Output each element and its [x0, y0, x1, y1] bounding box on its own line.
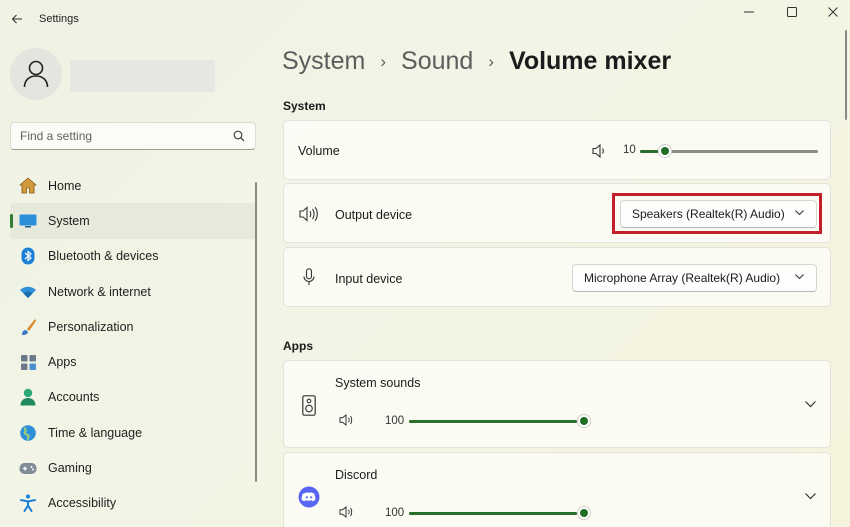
discord-icon	[297, 485, 321, 509]
sidebar-item-time-language[interactable]: Time & language	[10, 415, 256, 450]
slider-fill	[640, 150, 658, 153]
page-title: Volume mixer	[509, 47, 672, 75]
speaker-device-icon	[300, 394, 318, 416]
selection-indicator	[10, 214, 13, 229]
sidebar-item-label: Bluetooth & devices	[48, 249, 159, 264]
sidebar-item-label: Time & language	[48, 425, 143, 440]
input-device-label: Input device	[335, 272, 403, 286]
microphone-icon	[301, 267, 317, 287]
section-title-apps: Apps	[283, 339, 313, 353]
chevron-right-icon: ›	[488, 51, 494, 71]
speaker-volume-icon	[298, 204, 320, 224]
sidebar-item-accessibility[interactable]: Accessibility	[10, 486, 256, 521]
breadcrumb-system[interactable]: System	[282, 47, 365, 76]
chevron-right-icon: ›	[380, 51, 387, 71]
app-volume-value: 100	[385, 507, 405, 519]
search-icon[interactable]	[233, 130, 245, 142]
sidebar-item-label: Network & internet	[48, 284, 151, 299]
username-placeholder	[70, 60, 215, 92]
close-button[interactable]	[818, 4, 848, 20]
avatar[interactable]	[10, 48, 62, 100]
sidebar-item-label: Personalization	[48, 319, 134, 334]
volume-label: Volume	[298, 144, 340, 158]
sidebar-item-label: Gaming	[48, 461, 92, 476]
user-icon	[23, 60, 49, 88]
monitor-icon	[18, 211, 38, 231]
sidebar-item-apps[interactable]: Apps	[10, 344, 256, 379]
sidebar-item-label: Accessibility	[48, 496, 117, 511]
input-device-selected: Microphone Array (Realtek(R) Audio)	[584, 271, 781, 285]
back-button[interactable]	[6, 8, 28, 30]
slider-thumb[interactable]	[577, 506, 591, 520]
chevron-down-icon[interactable]	[805, 493, 816, 500]
volume-card: Volume 10	[283, 120, 831, 180]
sidebar-item-gaming[interactable]: Gaming	[10, 450, 256, 485]
close-icon	[828, 7, 838, 17]
accessibility-icon	[18, 493, 38, 513]
globe-icon	[18, 423, 38, 443]
search-input[interactable]	[20, 129, 230, 143]
volume-value: 10	[623, 144, 636, 156]
app-speaker-icon[interactable]	[338, 413, 354, 427]
gamepad-icon	[18, 458, 38, 478]
chevron-down-icon	[795, 274, 804, 280]
maximize-button[interactable]	[777, 4, 807, 20]
main-scrollbar[interactable]	[845, 30, 847, 120]
app-volume-slider[interactable]	[409, 505, 591, 521]
breadcrumb-sound[interactable]: Sound	[401, 47, 473, 76]
home-icon	[18, 176, 38, 196]
app-volume-slider[interactable]	[409, 413, 591, 429]
bluetooth-icon	[18, 246, 38, 266]
app-volume-value: 100	[385, 415, 405, 427]
section-title-system: System	[283, 99, 326, 113]
minimize-button[interactable]	[734, 4, 764, 20]
apps-icon	[18, 352, 38, 372]
sidebar-item-bluetooth[interactable]: Bluetooth & devices	[10, 239, 256, 274]
input-device-dropdown[interactable]: Microphone Array (Realtek(R) Audio)	[572, 264, 817, 292]
minimize-icon	[744, 11, 754, 13]
sidebar-item-label: Accounts	[48, 390, 100, 405]
sidebar-item-label: Home	[48, 178, 82, 193]
search-box[interactable]	[10, 122, 256, 150]
input-device-card: Input device Microphone Array (Realtek(R…	[283, 247, 831, 307]
wifi-icon	[18, 282, 38, 302]
slider-thumb[interactable]	[577, 414, 591, 428]
chevron-down-icon[interactable]	[805, 401, 816, 408]
sidebar-item-personalization[interactable]: Personalization	[10, 309, 256, 344]
app-name: System sounds	[335, 376, 421, 390]
highlight-box	[612, 193, 822, 234]
speaker-icon[interactable]	[591, 142, 609, 160]
person-icon	[18, 387, 38, 407]
title-bar: Settings	[0, 0, 850, 38]
sidebar-item-accounts[interactable]: Accounts	[10, 380, 256, 415]
maximize-icon	[787, 7, 797, 17]
sidebar-item-label: System	[48, 213, 90, 228]
slider-fill	[409, 420, 577, 423]
slider-thumb[interactable]	[658, 144, 672, 158]
app-card-system-sounds: System sounds 100	[283, 360, 831, 448]
arrow-left-icon	[11, 14, 22, 24]
sidebar-nav: Home System Bluetooth & devices Network …	[10, 168, 256, 521]
brush-icon	[18, 317, 38, 337]
sidebar-item-label: Apps	[48, 355, 77, 370]
breadcrumb: System › Sound › Volume mixer	[282, 47, 671, 76]
sidebar-scrollbar[interactable]	[255, 182, 257, 482]
sidebar-item-system[interactable]: System	[10, 203, 256, 239]
app-name: Discord	[335, 468, 378, 482]
slider-fill	[409, 512, 577, 515]
window-title: Settings	[39, 13, 79, 25]
sidebar-item-network[interactable]: Network & internet	[10, 274, 256, 309]
app-card-discord: Discord 100	[283, 452, 831, 527]
output-device-label: Output device	[335, 208, 413, 222]
volume-slider[interactable]	[640, 143, 818, 159]
app-speaker-icon[interactable]	[338, 505, 354, 519]
sidebar-item-home[interactable]: Home	[10, 168, 256, 203]
